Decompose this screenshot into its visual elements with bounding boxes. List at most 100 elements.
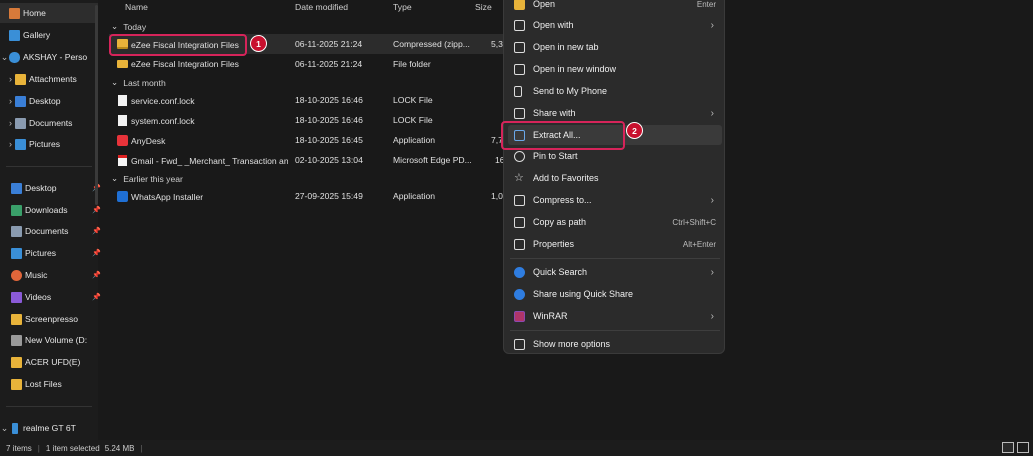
file-row[interactable]: Gmail - Fwd_ _Merchant_ Transaction and.… xyxy=(109,150,509,170)
new-window-icon xyxy=(514,63,525,75)
quick-access-pictures[interactable]: Pictures 📌 xyxy=(0,243,109,263)
sidebar-item-label: Documents xyxy=(25,226,69,236)
sidebar-item-onedrive[interactable]: ⌄ AKSHAY - Perso xyxy=(0,47,98,67)
sidebar-item-attachments[interactable]: › Attachments xyxy=(0,69,104,89)
file-date: 06-11-2025 21:24 xyxy=(295,39,363,49)
sidebar-item-pictures[interactable]: › Pictures xyxy=(0,134,104,154)
menu-item-winrar[interactable]: WinRAR › xyxy=(508,306,722,326)
sidebar-item-gallery[interactable]: Gallery xyxy=(0,25,98,45)
column-header-name[interactable]: Name xyxy=(125,2,148,12)
phone-icon xyxy=(12,422,18,434)
music-icon xyxy=(11,269,22,281)
quick-access-videos[interactable]: Videos 📌 xyxy=(0,287,109,307)
documents-icon xyxy=(11,225,22,237)
file-row[interactable]: AnyDesk 18-10-2025 16:45 Application 7,7 xyxy=(109,130,509,150)
chevron-down-icon: ⌄ xyxy=(111,21,119,31)
chevron-down-icon: ⌄ xyxy=(111,77,119,87)
file-name: system.conf.lock xyxy=(131,116,195,126)
column-header-type[interactable]: Type xyxy=(393,2,412,12)
file-row[interactable]: system.conf.lock 18-10-2025 16:46 LOCK F… xyxy=(109,110,509,130)
column-header-size[interactable]: Size xyxy=(475,2,492,12)
folder-icon xyxy=(15,73,26,85)
group-header-earlier-this-year[interactable]: ⌄ Earlier this year xyxy=(111,173,183,184)
group-header-today[interactable]: ⌄ Today xyxy=(111,21,146,32)
sidebar-item-label: Attachments xyxy=(29,74,77,84)
quick-access-desktop[interactable]: Desktop 📌 xyxy=(0,178,109,198)
file-name: AnyDesk xyxy=(131,136,166,146)
file-name: Gmail - Fwd_ _Merchant_ Transaction and.… xyxy=(131,156,288,166)
sidebar-item-desktop[interactable]: › Desktop xyxy=(0,91,104,111)
share-icon xyxy=(514,107,525,119)
sidebar-item-label: Desktop xyxy=(25,183,57,193)
cloud-icon xyxy=(9,51,20,63)
menu-item-open[interactable]: Open Enter xyxy=(508,0,722,14)
column-header-date[interactable]: Date modified xyxy=(295,2,348,12)
menu-item-properties[interactable]: Properties Alt+Enter xyxy=(508,234,722,254)
menu-item-compress-to[interactable]: Compress to... › xyxy=(508,190,722,210)
sidebar-item-device[interactable]: ⌄ realme GT 6T xyxy=(0,418,98,438)
menu-item-add-to-favorites[interactable]: ☆ Add to Favorites xyxy=(508,168,722,188)
menu-item-quick-search[interactable]: Quick Search › xyxy=(508,262,722,282)
pin-icon xyxy=(514,150,525,162)
tiles-view-button[interactable] xyxy=(1017,442,1029,453)
sidebar-item-home[interactable]: Home xyxy=(0,3,98,23)
documents-icon xyxy=(15,117,26,129)
sidebar-item-label: Pictures xyxy=(25,248,57,258)
file-row[interactable]: eZee Fiscal Integration Files 06-11-2025… xyxy=(109,54,509,74)
file-type: File folder xyxy=(393,59,431,69)
sidebar-item-label: AKSHAY - Perso xyxy=(23,52,88,62)
menu-item-quick-share[interactable]: Share using Quick Share xyxy=(508,284,722,304)
folder-icon xyxy=(11,378,22,390)
step-1-highlight xyxy=(109,34,247,56)
file-row[interactable]: WhatsApp Installer 27-09-2025 15:49 Appl… xyxy=(109,186,509,206)
menu-item-share-with[interactable]: Share with › xyxy=(508,103,722,123)
quick-access-documents[interactable]: Documents 📌 xyxy=(0,221,109,241)
pin-icon: 📌 xyxy=(92,294,101,301)
menu-item-open-new-tab[interactable]: Open in new tab xyxy=(508,37,722,57)
sidebar-item-label: Downloads xyxy=(25,205,68,215)
file-date: 27-09-2025 15:49 xyxy=(295,191,363,201)
quick-access-screenpresso[interactable]: Screenpresso xyxy=(0,309,109,329)
pin-icon: 📌 xyxy=(92,228,101,235)
quick-access-downloads[interactable]: Downloads 📌 xyxy=(0,200,109,220)
sidebar-scrollbar[interactable] xyxy=(95,5,98,205)
phone-icon xyxy=(514,85,522,97)
chevron-down-icon[interactable]: ⌄ xyxy=(0,423,9,434)
quick-access-lost-files[interactable]: Lost Files xyxy=(0,374,109,394)
desktop-icon xyxy=(11,182,22,194)
file-row[interactable]: service.conf.lock 18-10-2025 16:46 LOCK … xyxy=(109,90,509,110)
chevron-right-icon[interactable]: › xyxy=(6,139,15,149)
quick-access-new-volume[interactable]: New Volume (D: xyxy=(0,330,109,350)
sidebar-item-documents[interactable]: › Documents xyxy=(0,113,104,133)
menu-item-send-to-phone[interactable]: Send to My Phone xyxy=(508,81,722,101)
file-date: 18-10-2025 16:46 xyxy=(295,95,363,105)
chevron-right-icon[interactable]: › xyxy=(6,96,15,106)
step-2-highlight xyxy=(501,121,625,150)
navigation-pane: Home Gallery ⌄ AKSHAY - Perso › Attachme… xyxy=(0,0,101,440)
copy-path-icon xyxy=(514,216,525,228)
menu-item-copy-as-path[interactable]: Copy as path Ctrl+Shift+C xyxy=(508,212,722,232)
desktop-icon xyxy=(15,95,26,107)
menu-item-open-new-window[interactable]: Open in new window xyxy=(508,59,722,79)
pin-icon: 📌 xyxy=(92,207,101,214)
quick-access-music[interactable]: Music 📌 xyxy=(0,265,109,285)
chevron-down-icon[interactable]: ⌄ xyxy=(0,52,9,63)
file-type: Compressed (zipp... xyxy=(393,39,470,49)
sidebar-item-label: Pictures xyxy=(29,139,61,149)
pdf-icon xyxy=(118,155,127,166)
chevron-right-icon: › xyxy=(710,266,714,278)
videos-icon xyxy=(11,291,22,303)
folder-icon xyxy=(11,356,22,368)
details-view-button[interactable] xyxy=(1002,442,1014,453)
quick-access-acer-ufd[interactable]: ACER UFD(E) xyxy=(0,352,109,372)
open-with-icon xyxy=(514,19,525,31)
chevron-right-icon[interactable]: › xyxy=(6,118,15,128)
group-header-last-month[interactable]: ⌄ Last month xyxy=(111,77,166,88)
sidebar-item-label: Music xyxy=(25,270,48,280)
chevron-right-icon: › xyxy=(710,107,714,119)
menu-item-open-with[interactable]: Open with › xyxy=(508,15,722,35)
selection-count: 1 item selected xyxy=(45,443,100,453)
chevron-right-icon[interactable]: › xyxy=(6,74,15,84)
sidebar-item-label: New Volume (D: xyxy=(25,335,88,345)
menu-item-show-more-options[interactable]: Show more options xyxy=(508,334,722,354)
